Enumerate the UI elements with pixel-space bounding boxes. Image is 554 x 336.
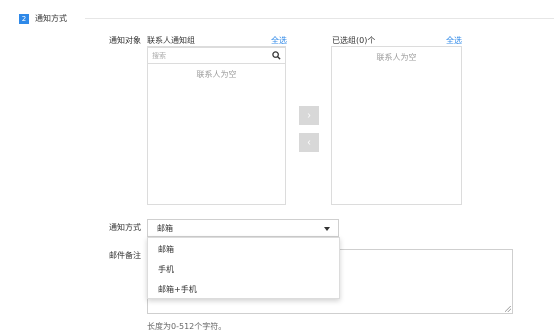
option-phone[interactable]: 手机 xyxy=(158,264,174,275)
selected-groups-panel xyxy=(331,46,462,205)
section-title: 通知方式 xyxy=(35,14,67,23)
move-right-button[interactable]: › xyxy=(299,106,319,125)
section-number-badge: 2 xyxy=(19,14,29,24)
option-email-phone[interactable]: 邮箱+手机 xyxy=(158,284,197,295)
caret-down-icon xyxy=(324,227,330,231)
email-note-label: 邮件备注 xyxy=(109,251,141,260)
right-empty-text: 联系人为空 xyxy=(376,53,417,62)
selected-groups-title: 已选组(0)个 xyxy=(332,36,376,45)
search-icon[interactable] xyxy=(272,51,281,62)
left-select-all-link[interactable]: 全选 xyxy=(271,35,287,46)
contact-groups-title: 联系人通知组 xyxy=(147,36,195,45)
section-divider xyxy=(85,18,554,19)
left-empty-text: 联系人为空 xyxy=(196,70,237,79)
right-select-all-link[interactable]: 全选 xyxy=(446,35,462,46)
email-note-hint: 长度为0-512个字符。 xyxy=(147,322,227,331)
notify-method-label: 通知方式 xyxy=(109,223,141,232)
option-email[interactable]: 邮箱 xyxy=(158,244,174,255)
contact-search-input[interactable] xyxy=(152,50,267,61)
notify-method-value: 邮箱 xyxy=(157,224,173,233)
notify-target-label: 通知对象 xyxy=(109,36,141,45)
resize-grip-icon[interactable] xyxy=(505,306,511,312)
contact-search-box xyxy=(147,47,286,64)
move-left-button[interactable]: ‹ xyxy=(299,133,319,152)
notify-method-dropdown: 邮箱 手机 邮箱+手机 xyxy=(147,237,340,299)
notify-method-select[interactable]: 邮箱 xyxy=(147,219,339,237)
